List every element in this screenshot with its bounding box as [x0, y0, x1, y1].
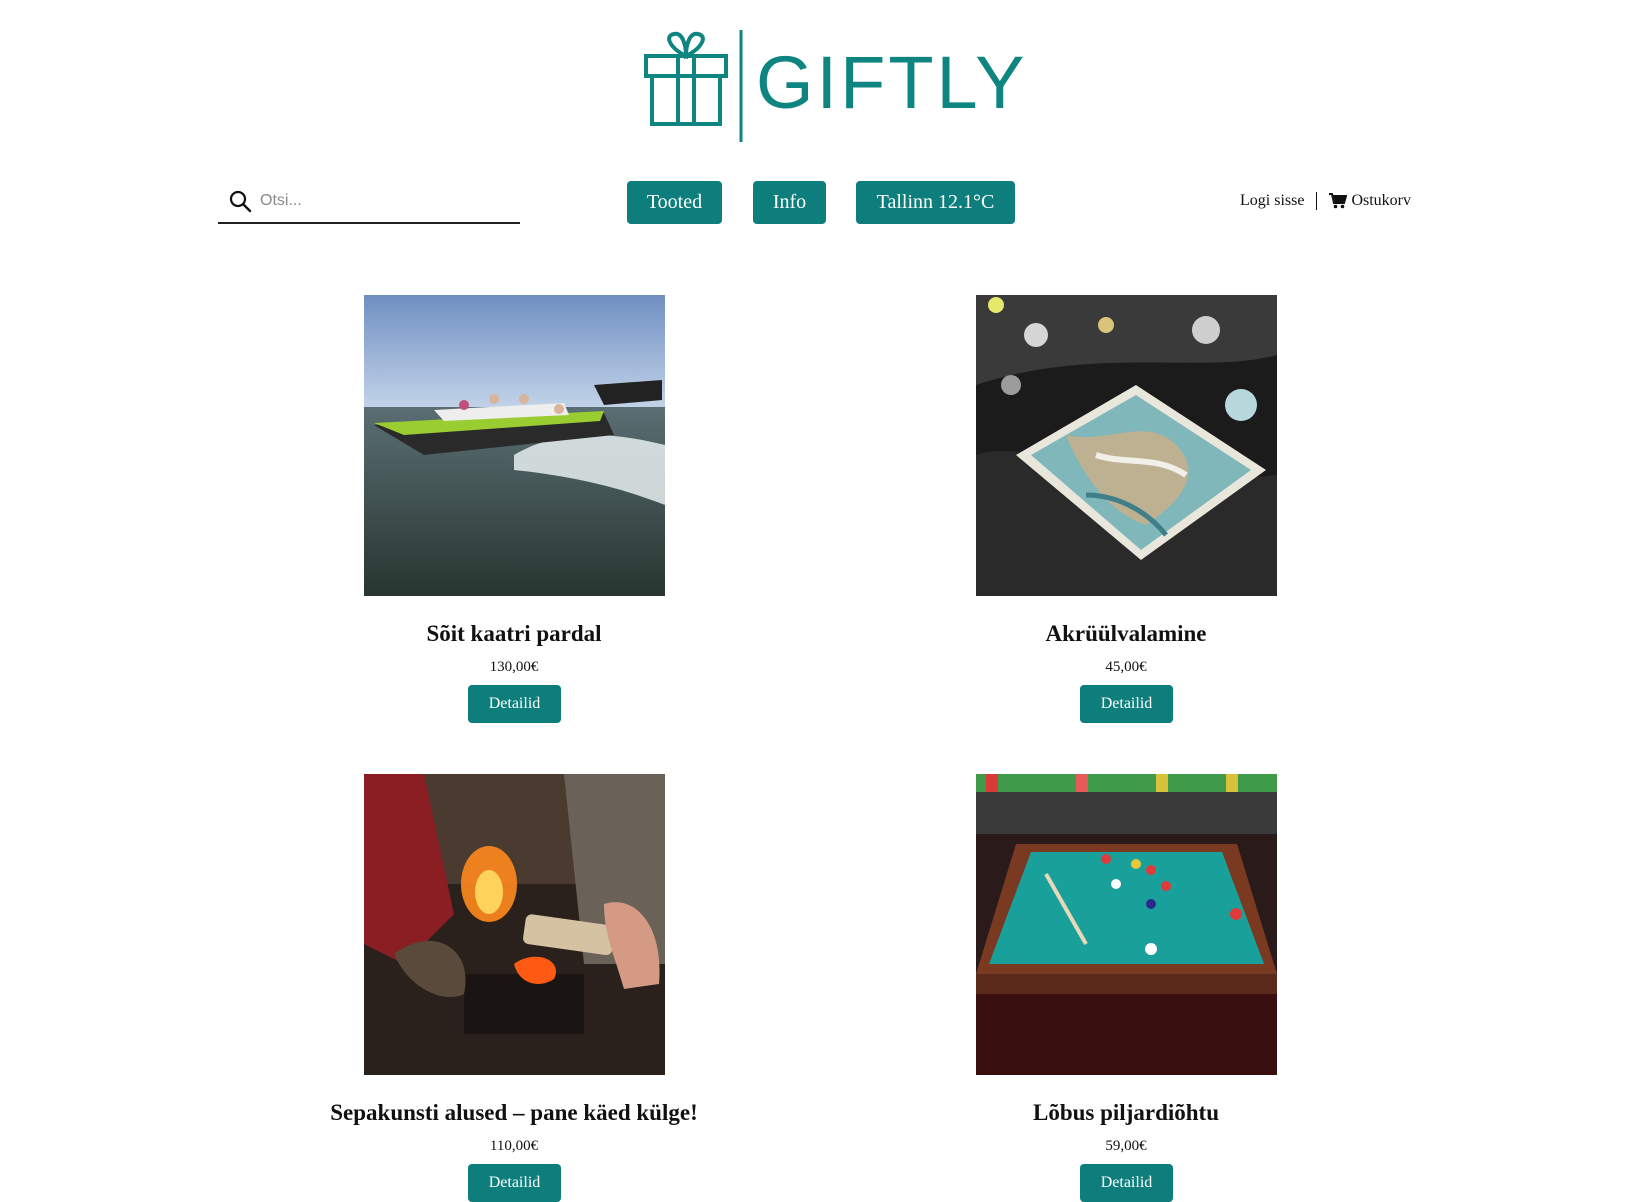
shopping-cart-icon: [1329, 193, 1348, 209]
brand-name: GIFTLY: [756, 41, 1028, 124]
account-links: Logi sisse Ostukorv: [1240, 190, 1411, 212]
login-link[interactable]: Logi sisse: [1240, 192, 1304, 210]
product-title[interactable]: Sepakunsti alused – pane käed külge!: [264, 1100, 764, 1126]
nav-info-button[interactable]: Info: [753, 181, 826, 224]
details-button[interactable]: Detailid: [1080, 685, 1173, 723]
product-price: 110,00€: [489, 1138, 539, 1154]
weather-label: Tallinn 12.1°C: [876, 191, 995, 213]
details-button-label: Detailid: [488, 1174, 541, 1191]
product-price: 130,00€: [489, 659, 539, 675]
gift-box-icon: [644, 30, 743, 142]
product-title[interactable]: Sõit kaatri pardal: [264, 621, 764, 647]
search-input[interactable]: [258, 186, 512, 216]
product-image-billiards[interactable]: [976, 774, 1277, 1075]
details-button[interactable]: Detailid: [1080, 1164, 1173, 1202]
product-title[interactable]: Akrüülvalamine: [876, 621, 1376, 647]
cart-label: Ostukorv: [1351, 192, 1412, 209]
product-title[interactable]: Lõbus piljardiõhtu: [876, 1100, 1376, 1126]
divider: [1316, 192, 1318, 210]
details-button[interactable]: Detailid: [468, 685, 561, 723]
product-image-blacksmith[interactable]: [364, 774, 665, 1075]
search-icon[interactable]: [228, 189, 252, 213]
weather-button[interactable]: Tallinn 12.1°C: [856, 181, 1015, 224]
product-price: 59,00€: [1105, 1138, 1147, 1154]
product-image-acrylic-pouring[interactable]: [976, 295, 1277, 596]
nav-products-button[interactable]: Tooted: [627, 181, 722, 224]
details-button-label: Detailid: [488, 695, 541, 712]
details-button-label: Detailid: [1100, 695, 1153, 712]
product-image-speedboat[interactable]: [364, 295, 665, 596]
nav-products-label: Tooted: [646, 191, 703, 213]
details-button-label: Detailid: [1100, 1174, 1153, 1191]
cart-link[interactable]: Ostukorv: [1329, 192, 1411, 210]
nav-info-label: Info: [772, 191, 807, 213]
search-bar: [218, 180, 520, 224]
giftly-logo[interactable]: GIFTLY: [640, 26, 1025, 146]
details-button[interactable]: Detailid: [468, 1164, 561, 1202]
product-price: 45,00€: [1105, 659, 1147, 675]
